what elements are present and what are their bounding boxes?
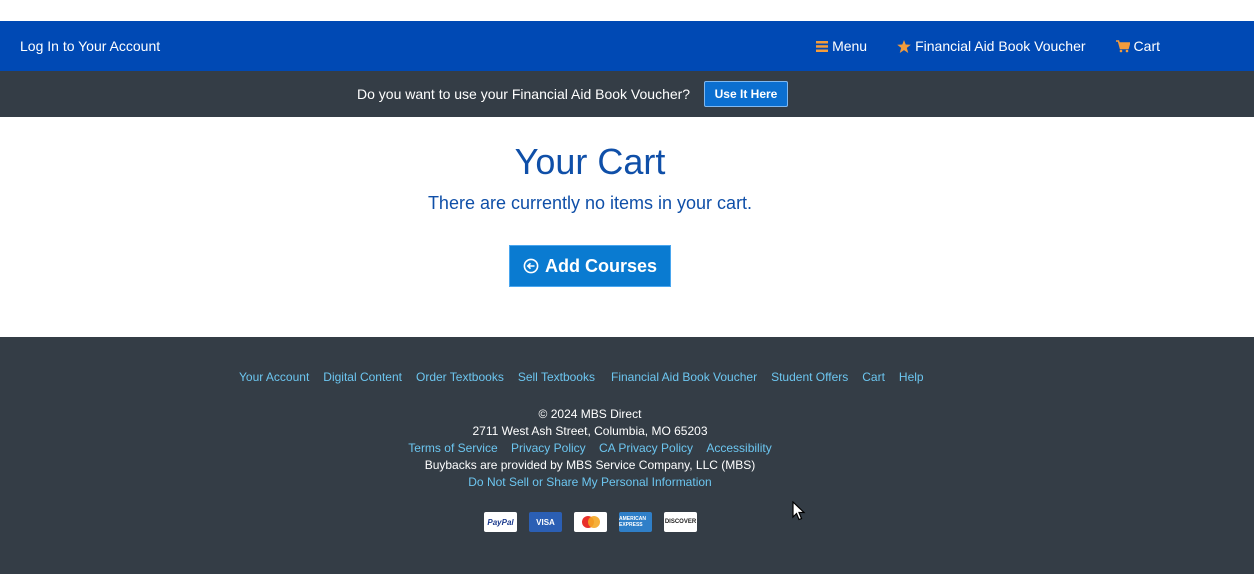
buybacks-text: Buybacks are provided by MBS Service Com… bbox=[424, 458, 756, 472]
footer-link-sell-textbooks[interactable]: Sell Textbooks bbox=[518, 370, 595, 384]
ca-privacy-policy-link[interactable]: CA Privacy Policy bbox=[599, 441, 693, 455]
footer-link-student-offers[interactable]: Student Offers bbox=[771, 370, 848, 384]
do-not-sell-wrapper: Do Not Sell or Share My Personal Informa… bbox=[0, 475, 1180, 489]
footer-link-financial-aid-voucher[interactable]: Financial Aid Book Voucher bbox=[611, 370, 757, 384]
footer-link-digital-content[interactable]: Digital Content bbox=[323, 370, 402, 384]
login-link[interactable]: Log In to Your Account bbox=[20, 38, 160, 54]
shopping-cart-icon bbox=[1115, 39, 1130, 53]
voucher-prompt: Do you want to use your Financial Aid Bo… bbox=[357, 86, 691, 102]
footer-link-your-account[interactable]: Your Account bbox=[239, 370, 309, 384]
american-express-icon: AMERICAN EXPRESS bbox=[619, 512, 652, 532]
cart-main: Your Cart There are currently no items i… bbox=[0, 117, 1254, 337]
page-title: Your Cart bbox=[514, 141, 666, 182]
voucher-label: Financial Aid Book Voucher bbox=[915, 38, 1086, 54]
voucher-banner: Do you want to use your Financial Aid Bo… bbox=[0, 71, 1254, 117]
legal-links: Terms of Service Privacy Policy CA Priva… bbox=[0, 441, 1180, 455]
mouse-cursor-icon bbox=[792, 500, 806, 526]
financial-aid-voucher-link[interactable]: Financial Aid Book Voucher bbox=[897, 38, 1086, 54]
footer-link-order-textbooks[interactable]: Order Textbooks bbox=[416, 370, 504, 384]
footer-link-cart[interactable]: Cart bbox=[862, 370, 885, 384]
cart-link[interactable]: Cart bbox=[1115, 38, 1160, 54]
empty-cart-message: There are currently no items in your car… bbox=[427, 193, 753, 213]
footer-nav: Your Account Digital Content Order Textb… bbox=[239, 370, 938, 384]
paypal-icon: PayPal bbox=[484, 512, 517, 532]
footer-link-help[interactable]: Help bbox=[899, 370, 924, 384]
top-navbar: Log In to Your Account Menu Financial Ai… bbox=[0, 21, 1254, 71]
add-courses-label: Add Courses bbox=[544, 255, 658, 276]
terms-of-service-link[interactable]: Terms of Service bbox=[408, 441, 497, 455]
site-footer: Your Account Digital Content Order Textb… bbox=[0, 337, 1254, 574]
nav-right-group: Menu Financial Aid Book Voucher Cart bbox=[816, 38, 1160, 54]
top-gap bbox=[0, 0, 1254, 21]
add-courses-button[interactable]: Add Courses bbox=[509, 245, 671, 287]
menu-link[interactable]: Menu bbox=[816, 38, 867, 54]
cart-label: Cart bbox=[1133, 38, 1160, 54]
mastercard-icon bbox=[574, 512, 607, 532]
visa-icon: VISA bbox=[529, 512, 562, 532]
do-not-sell-link[interactable]: Do Not Sell or Share My Personal Informa… bbox=[468, 475, 711, 489]
payment-methods: PayPal VISA AMERICAN EXPRESS DISCOVER bbox=[484, 512, 709, 532]
address-text: 2711 West Ash Street, Columbia, MO 65203 bbox=[472, 424, 708, 438]
star-icon bbox=[897, 39, 911, 53]
accessibility-link[interactable]: Accessibility bbox=[706, 441, 771, 455]
copyright-text: © 2024 MBS Direct bbox=[538, 407, 642, 421]
use-it-here-button[interactable]: Use It Here bbox=[704, 81, 788, 107]
menu-label: Menu bbox=[832, 38, 868, 54]
circle-arrow-left-icon bbox=[523, 258, 539, 274]
hamburger-icon bbox=[816, 40, 829, 52]
discover-icon: DISCOVER bbox=[664, 512, 697, 532]
privacy-policy-link[interactable]: Privacy Policy bbox=[511, 441, 586, 455]
